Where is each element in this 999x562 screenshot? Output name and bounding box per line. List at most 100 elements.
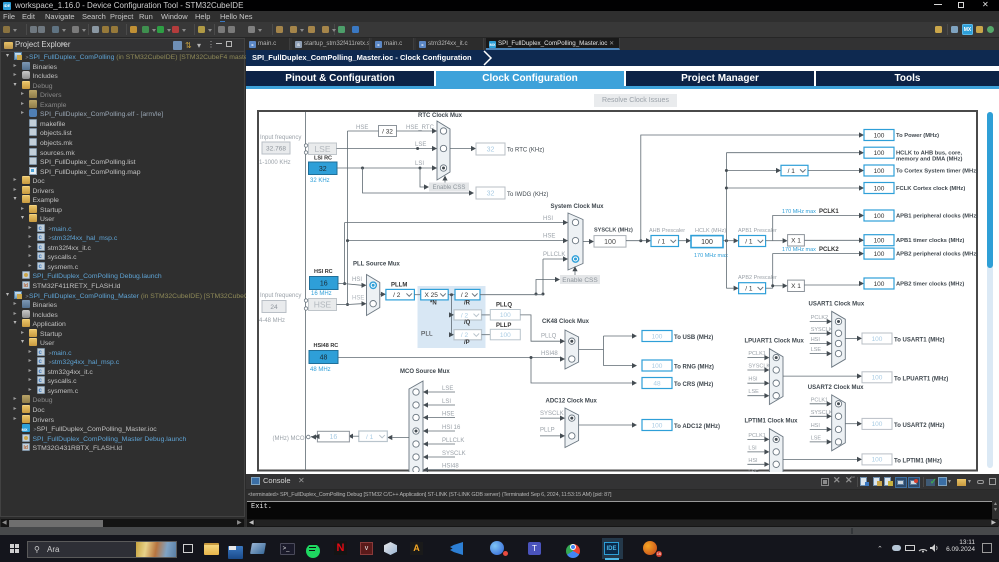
svg-text:APB2 peripheral clocks (MHz): APB2 peripheral clocks (MHz) [896, 252, 978, 258]
svg-text:HSE_RTC: HSE_RTC [406, 125, 435, 131]
svg-text:/ 1: / 1 [745, 286, 753, 293]
svg-text:X 1: X 1 [791, 283, 801, 290]
svg-text:100: 100 [874, 213, 885, 220]
svg-text:PCLK1: PCLK1 [748, 351, 765, 357]
svg-text:APB1 timer clocks (MHz): APB1 timer clocks (MHz) [896, 238, 964, 244]
svg-text:/R: /R [464, 301, 471, 307]
svg-text:CK48 Clock Mux: CK48 Clock Mux [542, 319, 590, 325]
svg-text:PLL: PLL [421, 331, 433, 338]
svg-text:(MHz) MCO: (MHz) MCO [273, 436, 305, 442]
svg-text:PLLP: PLLP [540, 428, 555, 434]
svg-text:HSI 16: HSI 16 [442, 425, 461, 431]
svg-text:To LPUART1 (MHz): To LPUART1 (MHz) [894, 376, 948, 382]
svg-text:PCLK2: PCLK2 [819, 247, 839, 253]
svg-text:HSI: HSI [543, 216, 553, 222]
svg-text:32: 32 [319, 166, 327, 173]
svg-text:48: 48 [320, 355, 328, 362]
svg-text:LSI: LSI [415, 161, 424, 167]
svg-text:100: 100 [500, 332, 511, 339]
svg-text:APB1 Prescaler: APB1 Prescaler [738, 228, 777, 234]
svg-text:AHB Prescaler: AHB Prescaler [649, 228, 685, 234]
svg-text:MCO Source Mux: MCO Source Mux [400, 369, 450, 375]
svg-text:PCLK1: PCLK1 [811, 397, 828, 403]
svg-text:LPUART1 Clock Mux: LPUART1 Clock Mux [745, 339, 805, 345]
svg-text:100: 100 [652, 422, 663, 429]
svg-text:To Power (MHz): To Power (MHz) [896, 133, 939, 139]
svg-text:Input frequency: Input frequency [260, 293, 301, 299]
svg-text:100: 100 [874, 150, 885, 157]
svg-text:FCLK Cortex clock (MHz): FCLK Cortex clock (MHz) [896, 186, 965, 192]
svg-text:HSI: HSI [811, 337, 821, 343]
svg-text:32: 32 [487, 147, 495, 154]
svg-text:/ 1: / 1 [745, 239, 753, 246]
svg-text:/ 1: / 1 [788, 168, 796, 175]
svg-text:PLL Source Mux: PLL Source Mux [353, 262, 401, 268]
svg-text:HSI: HSI [811, 423, 821, 429]
svg-text:1-1000 KHz: 1-1000 KHz [259, 160, 291, 166]
svg-text:/P: /P [464, 340, 470, 346]
svg-text:/ 1: / 1 [366, 434, 374, 441]
svg-text:USART1 Clock Mux: USART1 Clock Mux [809, 301, 865, 307]
svg-text:X 1: X 1 [791, 238, 801, 245]
svg-text:Enable CSS: Enable CSS [562, 277, 598, 284]
svg-text:/ 2: / 2 [393, 292, 401, 299]
svg-text:LPTIM1 Clock Mux: LPTIM1 Clock Mux [745, 419, 799, 425]
svg-text:170 MHz max: 170 MHz max [782, 209, 816, 215]
svg-text:/ 2: / 2 [461, 332, 469, 339]
svg-text:16: 16 [330, 434, 338, 441]
svg-text:LSI: LSI [442, 399, 451, 405]
svg-text:/ 2: / 2 [461, 312, 469, 319]
svg-text:PLLQ: PLLQ [541, 334, 557, 340]
svg-text:HSI48 RC: HSI48 RC [314, 343, 339, 349]
svg-text:Enable CSS: Enable CSS [433, 185, 466, 191]
svg-text:32.768: 32.768 [266, 145, 286, 152]
svg-text:/ 1: / 1 [658, 239, 666, 246]
svg-text:100: 100 [874, 238, 885, 245]
svg-text:To RNG (MHz): To RNG (MHz) [674, 365, 714, 371]
svg-text:To CRS (MHz): To CRS (MHz) [674, 382, 713, 388]
svg-text:100: 100 [872, 457, 883, 464]
svg-text:4-48 MHz: 4-48 MHz [259, 318, 285, 324]
svg-text:100: 100 [874, 168, 885, 175]
svg-text:24: 24 [270, 304, 278, 311]
svg-text:PLLCLK: PLLCLK [442, 438, 464, 444]
svg-text:LSI: LSI [748, 445, 757, 451]
svg-text:PLLCLK: PLLCLK [543, 252, 565, 258]
svg-text:HSE: HSE [442, 412, 454, 418]
svg-text:/Q: /Q [464, 320, 471, 326]
svg-text:LSE: LSE [748, 389, 759, 395]
svg-text:16: 16 [320, 281, 328, 288]
svg-text:PLLM: PLLM [391, 283, 407, 289]
svg-text:HSE: HSE [352, 296, 364, 302]
svg-text:HSI: HSI [748, 377, 758, 383]
svg-text:RTC Clock Mux: RTC Clock Mux [418, 113, 463, 119]
svg-text:To IWDG (KHz): To IWDG (KHz) [507, 192, 548, 198]
svg-text:*N: *N [430, 301, 437, 307]
svg-text:100: 100 [652, 363, 663, 370]
svg-text:SYSCLK (MHz): SYSCLK (MHz) [594, 228, 633, 234]
svg-text:ADC12 Clock Mux: ADC12 Clock Mux [546, 399, 598, 405]
svg-text:PLLP: PLLP [496, 323, 511, 329]
svg-text:To Cortex System timer (MHz): To Cortex System timer (MHz) [896, 169, 978, 175]
svg-text:APB2 timer clocks (MHz): APB2 timer clocks (MHz) [896, 282, 964, 288]
svg-text:100: 100 [872, 375, 883, 382]
svg-text:32 KHz: 32 KHz [310, 178, 330, 184]
svg-text:To LPTIM1 (MHz): To LPTIM1 (MHz) [894, 458, 942, 464]
svg-text:48 MHz: 48 MHz [310, 367, 331, 373]
svg-text:HSI48: HSI48 [442, 464, 459, 470]
svg-text:32: 32 [487, 191, 495, 198]
svg-text:SYSCLK: SYSCLK [748, 364, 770, 370]
svg-text:100: 100 [874, 281, 885, 288]
svg-text:LSE: LSE [415, 142, 426, 148]
svg-text:APB1 peripheral clocks (MHz): APB1 peripheral clocks (MHz) [896, 214, 978, 220]
svg-text:HSI48: HSI48 [541, 351, 558, 357]
svg-text:HCLK (MHz): HCLK (MHz) [695, 228, 726, 234]
svg-text:LSE: LSE [442, 386, 453, 392]
svg-text:100: 100 [604, 239, 616, 246]
svg-text:100: 100 [872, 421, 883, 428]
svg-text:SYSCLK: SYSCLK [442, 451, 466, 457]
svg-text:HSI: HSI [748, 458, 758, 464]
svg-text:LSE: LSE [314, 144, 330, 154]
svg-text:100: 100 [872, 336, 883, 343]
svg-text:HSE: HSE [543, 234, 555, 240]
